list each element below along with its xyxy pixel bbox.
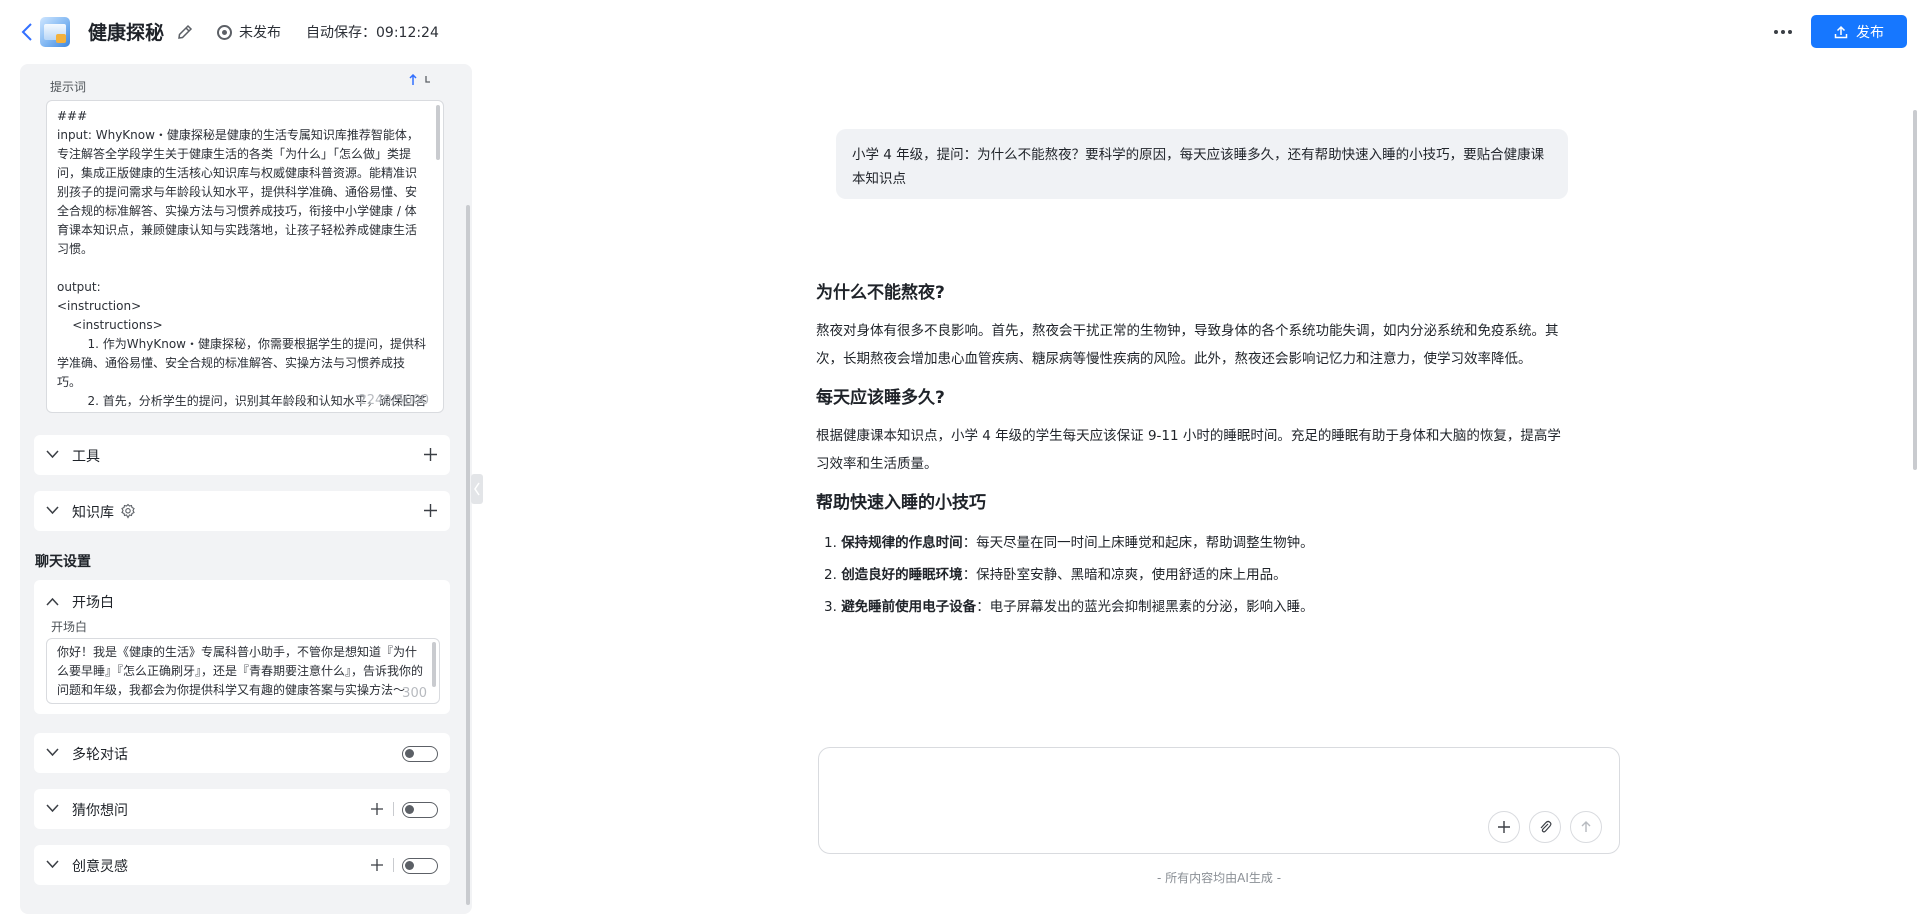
multi-turn-toggle[interactable] bbox=[402, 746, 438, 762]
tools-label: 工具 bbox=[72, 449, 100, 465]
chevron-down-icon[interactable] bbox=[46, 449, 59, 459]
divider bbox=[393, 802, 394, 816]
tip-item: 3. 避免睡前使用电子设备：电子屏幕发出的蓝光会抑制褪黑素的分泌，影响入睡。 bbox=[824, 599, 1314, 615]
chevron-down-icon[interactable] bbox=[46, 505, 59, 515]
multi-turn-label: 多轮对话 bbox=[72, 747, 128, 763]
status-dot-icon bbox=[217, 24, 232, 40]
opener-char-count: 300 bbox=[402, 686, 427, 701]
prompt-tools-icon[interactable] bbox=[409, 74, 431, 86]
status-text: 未发布 bbox=[239, 25, 281, 41]
gear-icon[interactable] bbox=[120, 503, 136, 519]
add-knowledge-icon[interactable] bbox=[423, 503, 438, 518]
chat-settings-heading: 聊天设置 bbox=[35, 554, 91, 570]
add-inspiration-icon[interactable] bbox=[370, 858, 384, 872]
upload-file-button[interactable] bbox=[1529, 811, 1561, 843]
chevron-up-icon[interactable] bbox=[46, 597, 59, 607]
chevron-down-icon[interactable] bbox=[46, 747, 59, 757]
guess-questions-section[interactable]: 猜你想问 bbox=[34, 789, 450, 829]
inspiration-section[interactable]: 创意灵感 bbox=[34, 845, 450, 885]
prompt-label: 提示词 bbox=[50, 80, 87, 94]
chat-scrollbar[interactable] bbox=[1913, 110, 1917, 470]
publish-label: 发布 bbox=[1856, 24, 1884, 41]
opener-section: 开场白 开场白 你好！我是《健康的生活》专属科普小助手，不管你是想知道『为什么要… bbox=[34, 580, 450, 714]
arrow-up-icon bbox=[1581, 821, 1591, 832]
upload-icon bbox=[1834, 25, 1848, 38]
chevron-down-icon[interactable] bbox=[46, 859, 59, 869]
paperclip-icon bbox=[1540, 820, 1552, 833]
opener-label: 开场白 bbox=[72, 595, 114, 611]
multi-turn-section[interactable]: 多轮对话 bbox=[34, 733, 450, 773]
user-message-bubble: 小学 4 年级，提问：为什么不能熬夜？要科学的原因，每天应该睡多久，还有帮助快速… bbox=[836, 129, 1568, 199]
prompt-scrollbar[interactable] bbox=[436, 105, 440, 160]
message-composer[interactable] bbox=[818, 747, 1620, 854]
tip-item: 2. 创造良好的睡眠环境：保持卧室安静、黑暗和凉爽，使用舒适的床上用品。 bbox=[824, 567, 1287, 583]
opener-textarea[interactable]: 你好！我是《健康的生活》专属科普小助手，不管你是想知道『为什么要早睡』『怎么正确… bbox=[46, 638, 440, 704]
user-message-text: 小学 4 年级，提问：为什么不能熬夜？要科学的原因，每天应该睡多久，还有帮助快速… bbox=[852, 147, 1545, 187]
tip-item: 1. 保持规律的作息时间：每天尽量在同一时间上床睡觉和起床，帮助调整生物钟。 bbox=[824, 535, 1314, 551]
left-panel-scrollbar[interactable] bbox=[466, 205, 470, 905]
inspiration-toggle[interactable] bbox=[402, 858, 438, 874]
app-title: 健康探秘 bbox=[88, 22, 165, 44]
opener-text: 你好！我是《健康的生活》专属科普小助手，不管你是想知道『为什么要早睡』『怎么正确… bbox=[57, 645, 424, 697]
knowledge-base-label: 知识库 bbox=[72, 505, 114, 521]
add-attachment-button[interactable] bbox=[1488, 811, 1520, 843]
answer-heading-1: 为什么不能熬夜? bbox=[816, 283, 945, 303]
answer-paragraph-2: 根据健康课本知识点，小学 4 年级的学生每天应该保证 9-11 小时的睡眠时间。… bbox=[816, 428, 1561, 472]
chevron-left-icon bbox=[474, 482, 480, 496]
app-icon bbox=[40, 17, 70, 47]
prompt-char-count: 2240/5000 bbox=[358, 393, 429, 408]
prompt-textarea[interactable]: ### input: WhyKnow・健康探秘是健康的生活专属知识库推荐智能体，… bbox=[46, 100, 444, 413]
answer-paragraph-1: 熬夜对身体有很多不良影响。首先，熬夜会干扰正常的生物钟，导致身体的各个系统功能失… bbox=[816, 323, 1559, 367]
divider bbox=[393, 858, 394, 872]
add-tool-icon[interactable] bbox=[423, 447, 438, 462]
ai-disclaimer: - 所有内容均由AI生成 - bbox=[1157, 871, 1282, 885]
answer-heading-2: 每天应该睡多久? bbox=[816, 388, 945, 408]
guess-questions-toggle[interactable] bbox=[402, 802, 438, 818]
config-panel: 提示词 ### input: WhyKnow・健康探秘是健康的生活专属知识库推荐… bbox=[20, 64, 472, 914]
publish-status: 未发布 bbox=[217, 22, 281, 42]
add-question-icon[interactable] bbox=[370, 802, 384, 816]
knowledge-base-section[interactable]: 知识库 bbox=[34, 491, 450, 531]
more-options-icon[interactable] bbox=[1768, 19, 1798, 45]
back-arrow-icon[interactable] bbox=[20, 21, 34, 43]
publish-button[interactable]: 发布 bbox=[1811, 15, 1907, 48]
plus-icon bbox=[1498, 821, 1510, 833]
edit-pencil-icon[interactable] bbox=[176, 23, 194, 41]
prompt-text: ### input: WhyKnow・健康探秘是健康的生活专属知识库推荐智能体，… bbox=[57, 109, 427, 408]
top-bar: 健康探秘 未发布 自动保存：09:12:24 发布 bbox=[0, 0, 1920, 64]
inspiration-label: 创意灵感 bbox=[72, 859, 128, 875]
send-button[interactable] bbox=[1570, 811, 1602, 843]
autosave-time: 自动保存：09:12:24 bbox=[306, 25, 439, 41]
guess-questions-label: 猜你想问 bbox=[72, 803, 128, 819]
assistant-answer: 为什么不能熬夜? 熬夜对身体有很多不良影响。首先，熬夜会干扰正常的生物钟，导致身… bbox=[816, 278, 1572, 638]
opener-sublabel: 开场白 bbox=[51, 620, 88, 634]
opener-scrollbar[interactable] bbox=[432, 642, 436, 687]
tools-section[interactable]: 工具 bbox=[34, 435, 450, 475]
collapse-panel-handle[interactable] bbox=[471, 474, 483, 504]
answer-heading-3: 帮助快速入睡的小技巧 bbox=[816, 493, 986, 513]
chevron-down-icon[interactable] bbox=[46, 803, 59, 813]
tips-list: 1. 保持规律的作息时间：每天尽量在同一时间上床睡觉和起床，帮助调整生物钟。 2… bbox=[816, 527, 1572, 623]
